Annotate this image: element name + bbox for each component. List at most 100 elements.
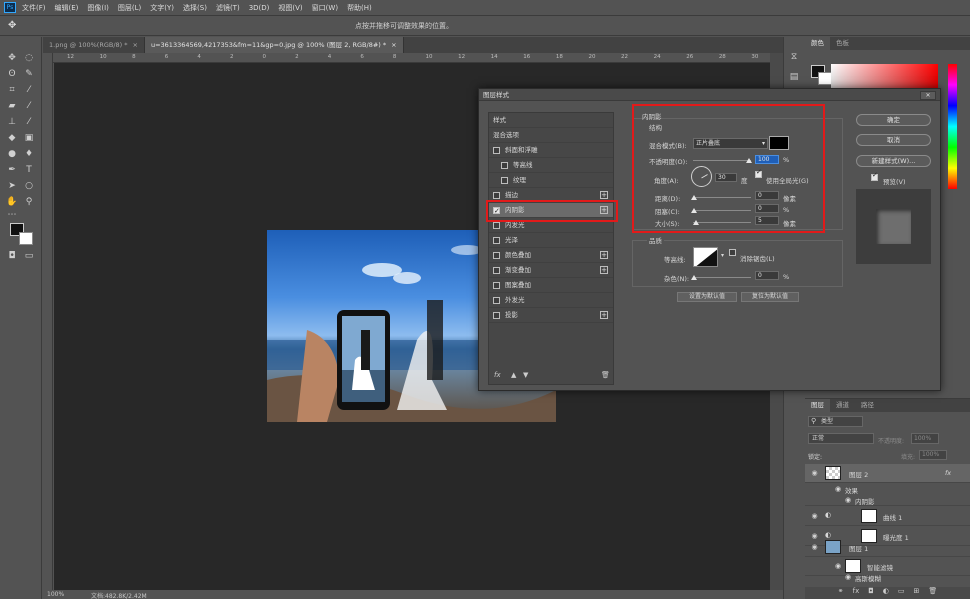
layer-row[interactable]: ◉ 图层 2 fx — [805, 464, 970, 483]
quick-select-icon[interactable]: ✎ — [22, 68, 36, 81]
stamp-icon[interactable]: ⊥ — [5, 116, 19, 129]
style-header[interactable]: 样式 — [489, 113, 613, 128]
layer-row[interactable]: ◉ 高斯模糊 — [805, 571, 970, 583]
doc-tab-2[interactable]: u=3613364569,4217353&fm=11&gp=0.jpg @ 10… — [144, 37, 404, 53]
noise-slider[interactable] — [693, 277, 751, 278]
blending-options[interactable]: 混合选项 — [489, 128, 613, 143]
cancel-button[interactable]: 取消 — [856, 134, 931, 146]
quick-mask-icon[interactable]: ◘ — [5, 250, 19, 263]
eye-icon[interactable]: ◉ — [810, 512, 819, 521]
doc-tab-1[interactable]: 1.png @ 100%(RGB/8) * × — [43, 37, 145, 53]
eyedropper-icon[interactable]: ⁄ — [22, 84, 36, 97]
checkbox[interactable] — [493, 267, 500, 274]
type-icon[interactable]: T — [22, 164, 36, 177]
menu-select[interactable]: 选择(S) — [183, 3, 207, 13]
close-icon[interactable]: × — [133, 41, 138, 49]
preview-checkbox[interactable] — [871, 171, 878, 181]
blur-icon[interactable]: ● — [5, 148, 19, 161]
noise-input[interactable]: 0 — [755, 271, 779, 280]
menu-3d[interactable]: 3D(D) — [249, 4, 270, 12]
checkbox[interactable] — [493, 222, 500, 229]
style-item-outer-glow[interactable]: 外发光 — [489, 293, 613, 308]
contour-picker[interactable] — [693, 247, 718, 267]
checkbox[interactable] — [493, 312, 500, 319]
layer-fill-input[interactable]: 100% — [919, 450, 947, 460]
menu-file[interactable]: 文件(F) — [22, 3, 46, 13]
make-default-button[interactable]: 设置为默认值 — [677, 292, 737, 302]
menu-help[interactable]: 帮助(H) — [347, 3, 372, 13]
properties-panel-icon[interactable]: ▤ — [787, 71, 801, 84]
checkbox[interactable] — [493, 237, 500, 244]
zoom-level[interactable]: 100% — [47, 591, 64, 598]
tab-swatches[interactable]: 色板 — [830, 37, 855, 50]
trash-icon[interactable]: 🗑 — [928, 587, 937, 599]
style-item-texture[interactable]: 纹理 — [489, 173, 613, 188]
ok-button[interactable]: 确定 — [856, 114, 931, 126]
panel-bg-swatch[interactable] — [818, 72, 832, 85]
checkbox[interactable] — [493, 282, 500, 289]
style-item-pattern-overlay[interactable]: 图案叠加 — [489, 278, 613, 293]
more-tools-icon[interactable]: ⋯ — [5, 209, 19, 222]
layer-blend-mode-select[interactable]: 正常 — [808, 433, 874, 444]
gradient-icon[interactable]: ▣ — [22, 132, 36, 145]
tab-color[interactable]: 颜色 — [805, 37, 830, 50]
move-icon[interactable]: ✥ — [5, 52, 19, 65]
background-color-swatch[interactable] — [19, 232, 33, 245]
pen-icon[interactable]: ✒ — [5, 164, 19, 177]
history-brush-icon[interactable]: ⁄ — [22, 116, 36, 129]
layer-opacity-input[interactable]: 100% — [911, 433, 939, 444]
style-item-bevel[interactable]: 斜面和浮雕 — [489, 143, 613, 158]
eye-icon[interactable]: ◉ — [810, 469, 819, 478]
menu-image[interactable]: 图像(I) — [87, 3, 109, 13]
fx-icon[interactable]: fx — [853, 587, 860, 599]
checkbox[interactable] — [493, 147, 500, 154]
group-icon[interactable]: ▭ — [898, 587, 905, 599]
menu-edit[interactable]: 编辑(E) — [55, 3, 79, 13]
checkbox[interactable] — [493, 192, 500, 199]
add-icon[interactable]: + — [600, 266, 608, 274]
hand-icon[interactable]: ✋ — [5, 196, 19, 209]
style-item-gradient-overlay[interactable]: 渐变叠加 + — [489, 263, 613, 278]
checkbox[interactable] — [493, 297, 500, 304]
menu-filter[interactable]: 滤镜(T) — [216, 3, 240, 13]
new-layer-icon[interactable]: ⊞ — [914, 587, 920, 599]
reset-default-button[interactable]: 复位为默认值 — [741, 292, 799, 302]
trash-icon[interactable]: 🗑 — [601, 371, 610, 379]
tab-paths[interactable]: 路径 — [855, 399, 880, 412]
menu-type[interactable]: 文字(Y) — [150, 3, 174, 13]
eye-icon[interactable]: ◉ — [845, 573, 851, 581]
move-up-icon[interactable]: ▲ — [511, 371, 516, 379]
dialog-title[interactable]: 图层样式 — [479, 89, 940, 101]
noise-slider-thumb[interactable] — [691, 275, 697, 280]
lasso-icon[interactable]: ʘ — [5, 68, 19, 81]
layer-effect-inner-shadow[interactable]: ◉ 内阴影 — [805, 494, 970, 506]
checkbox[interactable] — [493, 252, 500, 259]
hue-slider[interactable] — [948, 64, 957, 189]
zoom-icon[interactable]: ⚲ — [22, 196, 36, 209]
move-tool-icon[interactable]: ✥ — [8, 20, 16, 31]
healing-icon[interactable]: ▰ — [5, 100, 19, 113]
eye-icon[interactable]: ◉ — [810, 543, 819, 552]
new-style-button[interactable]: 新建样式(W)... — [856, 155, 931, 167]
move-down-icon[interactable]: ▼ — [523, 371, 528, 379]
layer-row[interactable]: ◉ ◐ 曲线 1 — [805, 507, 970, 526]
brush-icon[interactable]: ⁄ — [22, 100, 36, 113]
eye-icon[interactable]: ◉ — [835, 562, 841, 570]
antialias-checkbox[interactable] — [729, 249, 736, 256]
add-icon[interactable]: + — [600, 191, 608, 199]
layer-row[interactable]: ◉ 图层 1 — [805, 538, 970, 557]
eraser-icon[interactable]: ◆ — [5, 132, 19, 145]
close-icon[interactable]: ✕ — [920, 91, 936, 100]
marquee-icon[interactable]: ◌ — [22, 52, 36, 65]
link-icon[interactable]: ⚭ — [838, 587, 844, 599]
add-icon[interactable]: + — [600, 311, 608, 319]
mask-icon[interactable]: ◘ — [868, 587, 874, 599]
adjustment-layer-icon[interactable]: ◐ — [883, 587, 889, 599]
style-item-satin[interactable]: 光泽 — [489, 233, 613, 248]
checkbox[interactable] — [501, 162, 508, 169]
checkbox[interactable] — [501, 177, 508, 184]
chevron-down-icon[interactable]: ▾ — [721, 252, 724, 259]
menu-layer[interactable]: 图层(L) — [118, 3, 141, 13]
menu-window[interactable]: 窗口(W) — [312, 3, 338, 13]
dodge-icon[interactable]: ♦ — [22, 148, 36, 161]
